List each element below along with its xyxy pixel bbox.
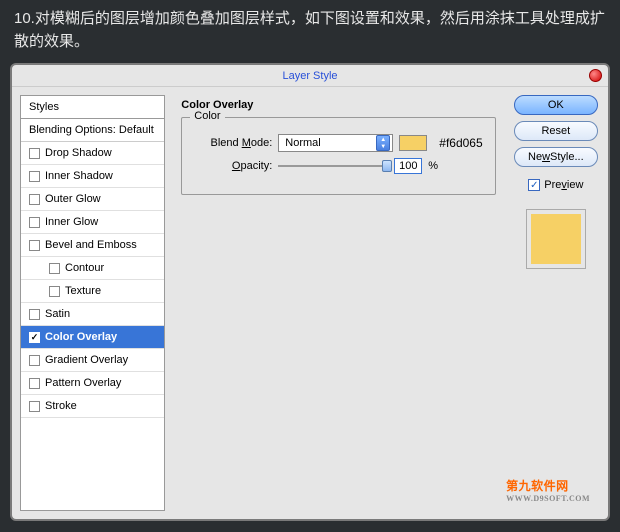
style-item-label: Outer Glow	[45, 193, 101, 205]
style-item-drop-shadow[interactable]: Drop Shadow	[21, 142, 164, 165]
style-item-label: Inner Glow	[45, 216, 98, 228]
watermark: 第九软件网 WWW.D9SOFT.COM	[506, 477, 590, 503]
blend-mode-value: Normal	[285, 137, 320, 149]
watermark-sub: WWW.D9SOFT.COM	[506, 494, 590, 503]
checkbox[interactable]	[29, 332, 40, 343]
checkbox[interactable]	[29, 194, 40, 205]
checkbox[interactable]	[29, 355, 40, 366]
style-item-texture[interactable]: Texture	[21, 280, 164, 303]
style-item-label: Pattern Overlay	[45, 377, 121, 389]
color-swatch[interactable]	[399, 135, 427, 151]
checkbox[interactable]	[29, 217, 40, 228]
instruction-text: 10.对模糊后的图层增加颜色叠加图层样式，如下图设置和效果，然后用涂抹工具处理成…	[0, 0, 620, 63]
fieldset-legend: Color	[190, 110, 224, 122]
dialog-title: Layer Style	[282, 70, 337, 82]
slider-thumb-icon[interactable]	[382, 160, 392, 172]
color-fieldset: Color Blend Mode: Normal ▲▼ #f6d065 Opac…	[181, 117, 495, 195]
select-spinner-icon: ▲▼	[376, 135, 390, 151]
style-item-inner-shadow[interactable]: Inner Shadow	[21, 165, 164, 188]
blend-mode-select[interactable]: Normal ▲▼	[278, 134, 393, 152]
style-item-color-overlay[interactable]: Color Overlay	[21, 326, 164, 349]
style-item-label: Texture	[65, 285, 101, 297]
checkbox[interactable]	[29, 378, 40, 389]
preview-checkbox-row[interactable]: Preview	[528, 179, 583, 191]
style-item-stroke[interactable]: Stroke	[21, 395, 164, 418]
layer-style-dialog: Layer Style Styles Blending Options: Def…	[10, 63, 610, 521]
style-item-label: Drop Shadow	[45, 147, 112, 159]
style-item-label: Contour	[65, 262, 104, 274]
ok-button[interactable]: OK	[514, 95, 598, 115]
checkbox[interactable]	[29, 240, 40, 251]
checkbox[interactable]	[29, 309, 40, 320]
checkbox[interactable]	[49, 286, 60, 297]
preview-swatch	[526, 209, 586, 269]
style-item-gradient-overlay[interactable]: Gradient Overlay	[21, 349, 164, 372]
style-item-label: Stroke	[45, 400, 77, 412]
checkbox[interactable]	[29, 171, 40, 182]
opacity-slider[interactable]	[278, 165, 388, 167]
section-title: Color Overlay	[181, 99, 495, 111]
style-item-outer-glow[interactable]: Outer Glow	[21, 188, 164, 211]
checkbox[interactable]	[29, 148, 40, 159]
style-item-label: Color Overlay	[45, 331, 117, 343]
style-item-label: Inner Shadow	[45, 170, 113, 182]
checkbox[interactable]	[49, 263, 60, 274]
blend-mode-label: Blend Mode:	[194, 137, 272, 149]
style-item-label: Satin	[45, 308, 70, 320]
close-button[interactable]	[589, 69, 602, 82]
styles-panel: Styles Blending Options: Default Drop Sh…	[20, 95, 165, 511]
new-style-button[interactable]: New Style...	[514, 147, 598, 167]
blending-options[interactable]: Blending Options: Default	[21, 119, 164, 142]
opacity-unit: %	[428, 160, 438, 172]
style-item-label: Gradient Overlay	[45, 354, 128, 366]
style-item-pattern-overlay[interactable]: Pattern Overlay	[21, 372, 164, 395]
settings-panel: Color Overlay Color Blend Mode: Normal ▲…	[173, 95, 503, 511]
style-item-satin[interactable]: Satin	[21, 303, 164, 326]
style-item-contour[interactable]: Contour	[21, 257, 164, 280]
preview-checkbox[interactable]	[528, 179, 540, 191]
watermark-main: 第九软件网	[506, 477, 590, 494]
hex-value: #f6d065	[439, 136, 482, 150]
buttons-panel: OK Reset New Style... Preview	[512, 95, 600, 511]
dialog-titlebar: Layer Style	[12, 65, 608, 87]
opacity-input[interactable]	[394, 158, 422, 174]
reset-button[interactable]: Reset	[514, 121, 598, 141]
opacity-label: Opacity:	[194, 160, 272, 172]
preview-label: Preview	[544, 179, 583, 191]
checkbox[interactable]	[29, 401, 40, 412]
style-item-bevel-and-emboss[interactable]: Bevel and Emboss	[21, 234, 164, 257]
styles-header[interactable]: Styles	[21, 96, 164, 119]
style-item-inner-glow[interactable]: Inner Glow	[21, 211, 164, 234]
style-item-label: Bevel and Emboss	[45, 239, 137, 251]
